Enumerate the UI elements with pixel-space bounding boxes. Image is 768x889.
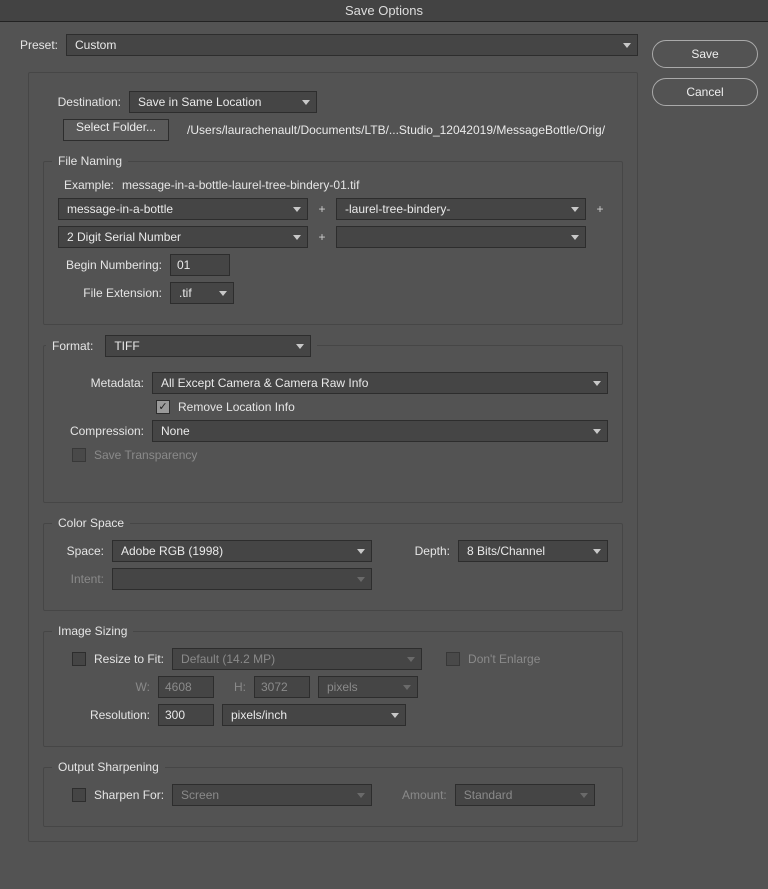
compression-label: Compression: [58,424,144,438]
remove-location-label: Remove Location Info [178,400,295,414]
color-space-group: Color Space Space: Adobe RGB (1998) Dept… [43,523,623,611]
file-ext-label: File Extension: [58,286,162,300]
amount-label: Amount: [402,788,447,802]
compression-select[interactable]: None [152,420,608,442]
sharpen-select: Screen [172,784,372,806]
begin-numbering-input[interactable] [170,254,230,276]
wh-unit-select: pixels [318,676,418,698]
format-label: Format: [52,339,97,353]
intent-label: Intent: [58,572,104,586]
image-sizing-group: Image Sizing Resize to Fit: Default (14.… [43,631,623,747]
sharpen-label: Sharpen For: [94,788,164,802]
token4-select[interactable] [336,226,586,248]
destination-label: Destination: [43,95,121,109]
example-value: message-in-a-bottle-laurel-tree-bindery-… [122,178,359,192]
depth-select[interactable]: 8 Bits/Channel [458,540,608,562]
save-transparency-checkbox [72,448,86,462]
depth-label: Depth: [408,544,450,558]
plus-icon: + [316,202,328,216]
destination-path: /Users/laurachenault/Documents/LTB/...St… [187,123,605,137]
resolution-input[interactable] [158,704,214,726]
resize-label: Resize to Fit: [94,652,164,666]
token3-select[interactable]: 2 Digit Serial Number [58,226,308,248]
resolution-label: Resolution: [58,708,150,722]
metadata-select[interactable]: All Except Camera & Camera Raw Info [152,372,608,394]
space-label: Space: [58,544,104,558]
plus-icon: + [594,202,606,216]
h-input [254,676,310,698]
amount-select: Standard [455,784,595,806]
file-naming-group: File Naming Example: message-in-a-bottle… [43,161,623,325]
window-title: Save Options [0,0,768,22]
dont-enlarge-label: Don't Enlarge [468,652,540,666]
color-space-legend: Color Space [52,516,130,530]
token1-select[interactable]: message-in-a-bottle [58,198,308,220]
space-select[interactable]: Adobe RGB (1998) [112,540,372,562]
remove-location-checkbox[interactable] [156,400,170,414]
token2-select[interactable]: -laurel-tree-bindery- [336,198,586,220]
w-label: W: [58,680,150,694]
dont-enlarge-checkbox [446,652,460,666]
begin-numbering-label: Begin Numbering: [58,258,162,272]
cancel-button[interactable]: Cancel [652,78,758,106]
resize-select: Default (14.2 MP) [172,648,422,670]
file-ext-select[interactable]: .tif [170,282,234,304]
plus-icon: + [316,230,328,244]
resize-checkbox[interactable] [72,652,86,666]
save-transparency-label: Save Transparency [94,448,197,462]
select-folder-button[interactable]: Select Folder... [63,119,169,141]
preset-label: Preset: [10,38,58,52]
output-sharpening-group: Output Sharpening Sharpen For: Screen Am… [43,767,623,827]
file-naming-legend: File Naming [52,154,128,168]
h-label: H: [222,680,246,694]
image-sizing-legend: Image Sizing [52,624,133,638]
preset-select[interactable]: Custom [66,34,638,56]
sharpen-checkbox[interactable] [72,788,86,802]
example-label: Example: [58,178,114,192]
intent-select [112,568,372,590]
destination-select[interactable]: Save in Same Location [129,91,317,113]
format-group: Format: TIFF Metadata: All Except Camera… [43,345,623,503]
w-input [158,676,214,698]
output-sharpening-legend: Output Sharpening [52,760,165,774]
metadata-label: Metadata: [58,376,144,390]
format-select[interactable]: TIFF [105,335,311,357]
resolution-unit-select[interactable]: pixels/inch [222,704,406,726]
main-panel: Destination: Save in Same Location Selec… [28,72,638,842]
save-button[interactable]: Save [652,40,758,68]
